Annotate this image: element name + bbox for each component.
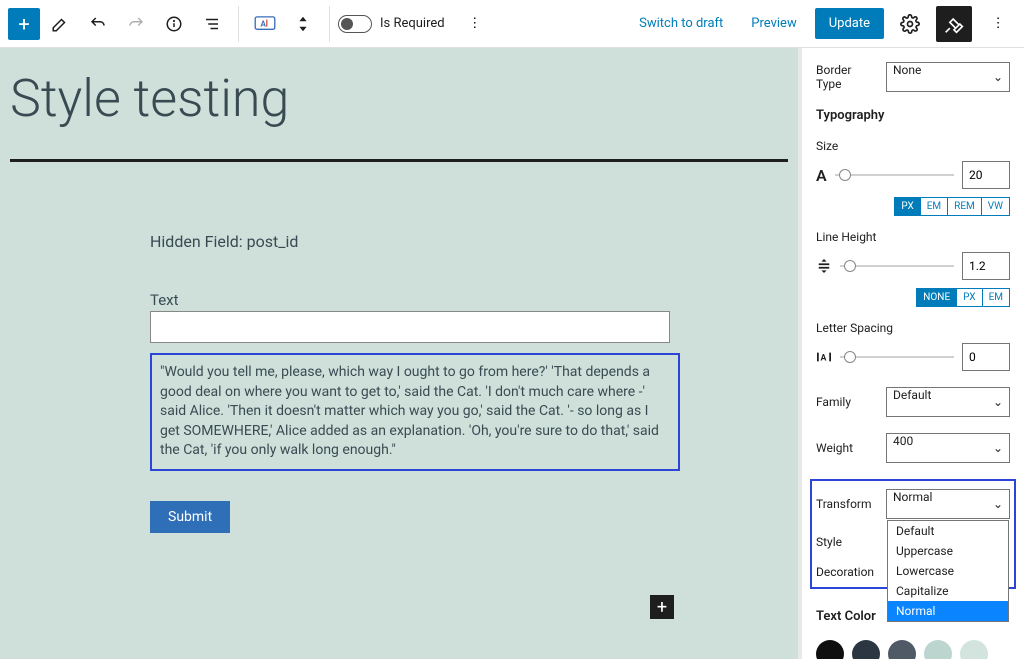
- unit-vw[interactable]: VW: [982, 197, 1010, 216]
- letter-spacing-label: Letter Spacing: [816, 321, 1010, 335]
- block-type-icon[interactable]: A: [247, 6, 283, 42]
- editor-canvas[interactable]: Style testing Hidden Field: post_id Text…: [0, 48, 802, 659]
- family-row: Family Default ⌄: [816, 387, 1010, 417]
- styles-icon[interactable]: [936, 6, 972, 42]
- font-size-icon: A: [816, 166, 827, 185]
- main-area: Style testing Hidden Field: post_id Text…: [0, 48, 1024, 659]
- size-slider[interactable]: [835, 174, 954, 176]
- color-swatch-4[interactable]: [924, 640, 952, 659]
- move-icon[interactable]: [285, 6, 321, 42]
- add-block-button[interactable]: +: [8, 8, 40, 40]
- transform-select[interactable]: Normal ⌄ Default Uppercase Lowercase Cap…: [886, 489, 1010, 519]
- line-height-slider[interactable]: [840, 265, 954, 267]
- switch-to-draft-button[interactable]: Switch to draft: [629, 10, 733, 37]
- transform-option-lowercase[interactable]: Lowercase: [888, 561, 1008, 581]
- color-swatches: [816, 640, 1010, 659]
- toolbar-right: Switch to draft Preview Update ⋮: [629, 6, 1016, 42]
- unit-em[interactable]: EM: [983, 288, 1010, 307]
- chevron-down-icon: ⌄: [993, 441, 1003, 455]
- unit-rem[interactable]: REM: [948, 197, 982, 216]
- hidden-field-label[interactable]: Hidden Field: post_id: [150, 232, 690, 251]
- transform-option-normal[interactable]: Normal: [888, 601, 1008, 621]
- transform-row: Transform Normal ⌄ Default Uppercase Low…: [816, 489, 1010, 519]
- transform-dropdown: Default Uppercase Lowercase Capitalize N…: [887, 520, 1009, 622]
- line-height-unit-group: NONE PX EM: [816, 288, 1010, 307]
- line-height-control: [816, 252, 1010, 280]
- preview-button[interactable]: Preview: [741, 10, 806, 37]
- style-label: Style: [816, 535, 878, 549]
- is-required-label: Is Required: [380, 16, 445, 31]
- line-height-label: Line Height: [816, 230, 1010, 244]
- transform-option-uppercase[interactable]: Uppercase: [888, 541, 1008, 561]
- border-type-row: Border Type None ⌄: [816, 62, 1010, 92]
- line-height-icon: [816, 258, 832, 274]
- page-title[interactable]: Style testing: [0, 48, 798, 159]
- text-field-label: Text: [150, 291, 690, 309]
- svg-text:A: A: [261, 19, 267, 28]
- redo-button[interactable]: [118, 6, 154, 42]
- typography-heading: Typography: [816, 108, 1010, 123]
- undo-button[interactable]: [80, 6, 116, 42]
- size-unit-group: PX EM REM VW: [816, 197, 1010, 216]
- decoration-label: Decoration: [816, 565, 878, 579]
- transform-highlight: Transform Normal ⌄ Default Uppercase Low…: [810, 479, 1016, 589]
- color-swatch-2[interactable]: [852, 640, 880, 659]
- svg-text:A: A: [821, 354, 827, 364]
- size-control: A: [816, 161, 1010, 189]
- transform-option-capitalize[interactable]: Capitalize: [888, 581, 1008, 601]
- letter-spacing-input[interactable]: [962, 343, 1010, 371]
- outline-icon[interactable]: [194, 6, 230, 42]
- size-label: Size: [816, 139, 1010, 153]
- border-type-select[interactable]: None ⌄: [886, 62, 1010, 92]
- text-input[interactable]: [150, 311, 670, 343]
- line-height-input[interactable]: [962, 252, 1010, 280]
- chevron-down-icon: ⌄: [993, 395, 1003, 409]
- submit-button[interactable]: Submit: [150, 501, 230, 533]
- block-options-icon[interactable]: ⋮: [457, 6, 493, 42]
- form-block: Hidden Field: post_id Text "Would you te…: [10, 232, 690, 533]
- chevron-down-icon: ⌄: [993, 497, 1003, 511]
- color-swatch-3[interactable]: [888, 640, 916, 659]
- weight-select[interactable]: 400 ⌄: [886, 433, 1010, 463]
- weight-label: Weight: [816, 441, 878, 455]
- letter-spacing-icon: A: [816, 349, 832, 365]
- unit-px[interactable]: PX: [957, 288, 982, 307]
- chevron-down-icon: ⌄: [993, 70, 1003, 84]
- unit-em[interactable]: EM: [921, 197, 948, 216]
- transform-option-default[interactable]: Default: [888, 521, 1008, 541]
- selected-text-block[interactable]: "Would you tell me, please, which way I …: [150, 353, 680, 471]
- separator: [238, 6, 239, 42]
- unit-px[interactable]: PX: [894, 197, 920, 216]
- edit-icon[interactable]: [42, 6, 78, 42]
- settings-icon[interactable]: [892, 6, 928, 42]
- transform-label: Transform: [816, 497, 878, 511]
- weight-row: Weight 400 ⌄: [816, 433, 1010, 463]
- is-required-toggle[interactable]: Is Required: [338, 15, 445, 33]
- border-type-label: Border Type: [816, 63, 878, 91]
- unit-none[interactable]: NONE: [916, 288, 957, 307]
- color-swatch-1[interactable]: [816, 640, 844, 659]
- family-label: Family: [816, 395, 878, 409]
- family-select[interactable]: Default ⌄: [886, 387, 1010, 417]
- letter-spacing-control: A: [816, 343, 1010, 371]
- letter-spacing-slider[interactable]: [840, 356, 954, 358]
- update-button[interactable]: Update: [815, 8, 884, 39]
- size-input[interactable]: [962, 161, 1010, 189]
- separator: [329, 6, 330, 42]
- settings-sidebar: Border Type None ⌄ Typography Size A PX …: [802, 48, 1024, 659]
- separator-block[interactable]: [10, 159, 788, 162]
- color-swatch-5[interactable]: [960, 640, 988, 659]
- more-options-icon[interactable]: ⋮: [980, 6, 1016, 42]
- add-block-fab[interactable]: +: [650, 595, 674, 619]
- info-icon[interactable]: [156, 6, 192, 42]
- top-toolbar: + A Is Required ⋮ Switch to draft Previe…: [0, 0, 1024, 48]
- toolbar-left: + A Is Required ⋮: [8, 6, 493, 42]
